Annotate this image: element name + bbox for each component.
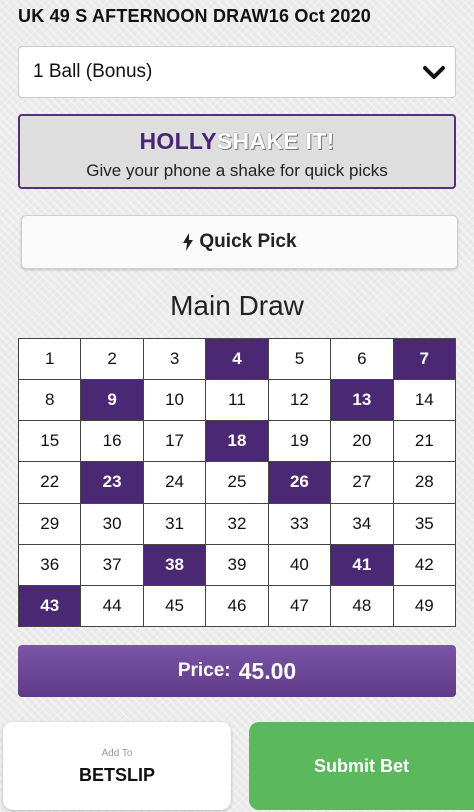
price-label: Price: — [177, 660, 231, 681]
number-cell[interactable]: 39 — [206, 544, 268, 585]
bet-type-value: 1 Ball (Bonus) — [33, 61, 153, 82]
add-to-betslip-button[interactable]: Add To BETSLIP — [3, 722, 231, 810]
add-to-label: Add To — [101, 748, 133, 759]
number-cell[interactable]: 15 — [19, 421, 81, 462]
number-cell[interactable]: 9 — [81, 380, 143, 421]
number-cell[interactable]: 10 — [143, 380, 206, 421]
number-cell[interactable]: 19 — [268, 421, 331, 462]
number-cell[interactable]: 40 — [268, 544, 331, 585]
betslip-label: BETSLIP — [78, 765, 155, 785]
number-cell[interactable]: 23 — [81, 462, 143, 503]
number-cell[interactable]: 33 — [268, 503, 331, 544]
number-cell[interactable]: 24 — [143, 462, 206, 503]
number-cell[interactable]: 17 — [143, 421, 206, 462]
number-cell[interactable]: 12 — [268, 380, 331, 421]
brand-shake-it: SHAKE IT! — [216, 128, 335, 154]
number-grid: 1 2 3 4 5 6 7 8 9 10 11 12 13 14 15 16 17 18 19 20 21 22 23 24 2… — [18, 338, 456, 627]
shake-banner[interactable]: HOLLYSHAKE IT! Give your phone a shake f… — [18, 114, 456, 189]
draw-title: UK 49 S AFTERNOON DRAW16 Oct 2020 — [18, 6, 372, 26]
number-cell[interactable]: 46 — [206, 585, 268, 626]
shake-brand: HOLLYSHAKE IT! — [20, 128, 454, 155]
number-cell[interactable]: 41 — [331, 544, 393, 585]
submit-bet-button[interactable]: Submit Bet — [249, 722, 474, 810]
number-cell[interactable]: 44 — [81, 585, 143, 626]
number-cell[interactable]: 18 — [206, 421, 268, 462]
number-cell[interactable]: 37 — [81, 544, 143, 585]
number-cell[interactable]: 42 — [393, 544, 455, 585]
number-cell[interactable]: 30 — [81, 503, 143, 544]
number-cell[interactable]: 20 — [331, 421, 393, 462]
number-cell[interactable]: 1 — [19, 339, 81, 380]
number-cell[interactable]: 6 — [331, 339, 393, 380]
number-cell[interactable]: 47 — [268, 585, 331, 626]
number-cell[interactable]: 38 — [143, 544, 206, 585]
number-cell[interactable]: 49 — [393, 585, 455, 626]
quick-pick-button[interactable]: Quick Pick — [21, 215, 458, 269]
number-cell[interactable]: 16 — [81, 421, 143, 462]
main-draw-title: Main Draw — [170, 290, 304, 321]
number-cell[interactable]: 27 — [331, 462, 393, 503]
number-cell[interactable]: 4 — [206, 339, 268, 380]
number-cell[interactable]: 22 — [19, 462, 81, 503]
number-cell[interactable]: 26 — [268, 462, 331, 503]
number-cell[interactable]: 5 — [268, 339, 331, 380]
number-cell[interactable]: 21 — [393, 421, 455, 462]
number-cell[interactable]: 8 — [19, 380, 81, 421]
chevron-down-icon — [423, 66, 445, 79]
bet-type-select[interactable]: 1 Ball (Bonus) — [18, 46, 456, 98]
number-cell[interactable]: 7 — [393, 339, 455, 380]
number-cell[interactable]: 48 — [331, 585, 393, 626]
number-cell[interactable]: 2 — [81, 339, 143, 380]
number-cell[interactable]: 3 — [143, 339, 206, 380]
number-cell[interactable]: 31 — [143, 503, 206, 544]
number-cell[interactable]: 14 — [393, 380, 455, 421]
number-cell[interactable]: 25 — [206, 462, 268, 503]
number-cell[interactable]: 36 — [19, 544, 81, 585]
lightning-bolt-icon — [183, 233, 194, 251]
number-cell[interactable]: 11 — [206, 380, 268, 421]
submit-bet-label: Submit Bet — [313, 755, 409, 776]
quick-pick-label: Quick Pick — [199, 231, 297, 252]
shake-subtitle: Give your phone a shake for quick picks — [86, 161, 388, 180]
number-cell[interactable]: 29 — [19, 503, 81, 544]
number-cell[interactable]: 45 — [143, 585, 206, 626]
number-cell[interactable]: 28 — [393, 462, 455, 503]
number-cell[interactable]: 13 — [331, 380, 393, 421]
price-bar: Price: 45.00 — [18, 645, 456, 697]
number-cell[interactable]: 35 — [393, 503, 455, 544]
number-cell[interactable]: 43 — [19, 585, 81, 626]
brand-holly: HOLLY — [139, 128, 217, 154]
number-cell[interactable]: 32 — [206, 503, 268, 544]
number-cell[interactable]: 34 — [331, 503, 393, 544]
price-value: 45.00 — [238, 657, 297, 684]
